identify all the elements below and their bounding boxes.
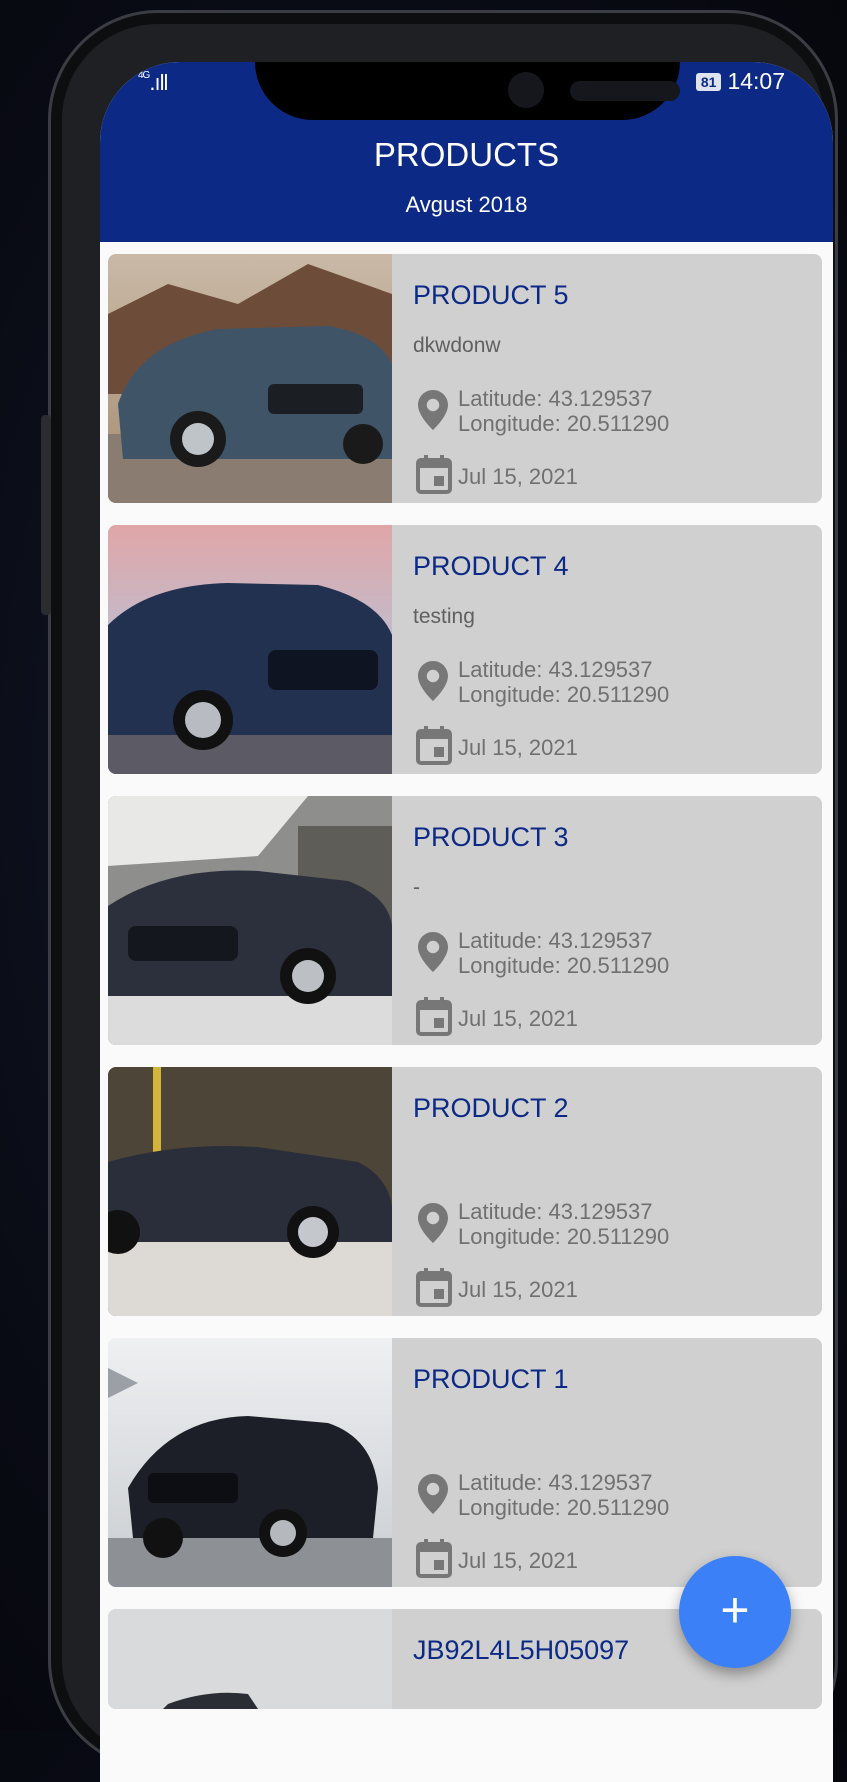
signal-indicator: 4G.ıll [138,70,168,95]
product-title: JB92L4L5H05097 [413,1635,630,1665]
page-subtitle: Avgust 2018 [405,192,528,217]
speaker-grille [570,81,680,101]
location-text: Latitude: 43.129537 Longitude: 20.511290 [458,1199,669,1249]
product-date: Jul 15, 2021 [458,735,578,760]
location-pin-icon [418,661,448,701]
product-card[interactable]: PRODUCT 1 Latitude: 43.129537 Longitude:… [108,1338,822,1587]
product-card[interactable]: PRODUCT 5 dkwdonw Latitude: 43.129537 Lo… [108,254,822,503]
product-card[interactable]: PRODUCT 2 Latitude: 43.129537 Longitude:… [108,1067,822,1316]
product-list: PRODUCT 5 dkwdonw Latitude: 43.129537 Lo… [108,254,822,1709]
product-title: PRODUCT 1 [413,1364,569,1394]
longitude: Longitude: 20.511290 [458,1224,670,1249]
product-info: PRODUCT 2 Latitude: 43.129537 Longitude:… [392,1067,822,1316]
product-image [108,1067,392,1316]
location-pin-icon [418,1203,448,1243]
phone-notch [255,62,680,120]
product-date: Jul 15, 2021 [458,464,578,489]
calendar-icon [416,1268,452,1307]
product-image [108,525,392,774]
battery-icon: 81 [695,72,722,91]
longitude: Longitude: 20.511290 [458,682,670,707]
longitude: Longitude: 20.511290 [458,1495,670,1520]
product-image [108,254,392,503]
clock: 14:07 [727,68,785,94]
product-description: testing [413,605,475,628]
camera-icon [508,72,544,108]
product-date: Jul 15, 2021 [458,1006,578,1031]
product-date: Jul 15, 2021 [458,1548,578,1573]
location-pin-icon [418,1474,448,1514]
calendar-icon [416,455,452,494]
calendar-icon [416,1539,452,1578]
page-title: PRODUCTS [373,136,560,173]
location-pin-icon [418,390,448,430]
product-image [108,1609,392,1709]
product-info: PRODUCT 5 dkwdonw Latitude: 43.129537 Lo… [392,254,822,503]
product-title: PRODUCT 3 [413,822,569,852]
product-card[interactable]: PRODUCT 3 - Latitude: 43.129537 Longitud… [108,796,822,1045]
add-product-button[interactable]: + [679,1556,791,1668]
product-info: PRODUCT 1 Latitude: 43.129537 Longitude:… [392,1338,822,1587]
location-text: Latitude: 43.129537 Longitude: 20.511290 [458,657,669,707]
product-image [108,796,392,1045]
plus-icon: + [720,1582,750,1638]
product-card[interactable]: PRODUCT 4 testing Latitude: 43.129537 Lo… [108,525,822,774]
product-info: PRODUCT 3 - Latitude: 43.129537 Longitud… [392,796,822,1045]
product-title: PRODUCT 5 [413,280,569,310]
product-description: - [413,876,420,899]
product-info: PRODUCT 4 testing Latitude: 43.129537 Lo… [392,525,822,774]
location-text: Latitude: 43.129537 Longitude: 20.511290 [458,928,669,978]
product-title: PRODUCT 2 [413,1093,569,1123]
longitude: Longitude: 20.511290 [458,953,670,978]
product-description: dkwdonw [413,334,501,357]
location-pin-icon [418,932,448,972]
app-screen: 4G.ıll 81 14:07 PRODUCTS Avgust 2018 PRO… [100,62,833,1782]
latitude: Latitude: 43.129537 [458,1199,653,1224]
product-title: PRODUCT 4 [413,551,569,581]
phone-side-button [41,415,51,615]
latitude: Latitude: 43.129537 [458,928,653,953]
status-right: 81 14:07 [695,68,785,95]
location-text: Latitude: 43.129537 Longitude: 20.511290 [458,1470,669,1520]
calendar-icon [416,726,452,765]
latitude: Latitude: 43.129537 [458,1470,653,1495]
longitude: Longitude: 20.511290 [458,411,670,436]
calendar-icon [416,997,452,1036]
location-text: Latitude: 43.129537 Longitude: 20.511290 [458,386,669,436]
latitude: Latitude: 43.129537 [458,657,653,682]
product-date: Jul 15, 2021 [458,1277,578,1302]
latitude: Latitude: 43.129537 [458,386,653,411]
product-image [108,1338,392,1587]
